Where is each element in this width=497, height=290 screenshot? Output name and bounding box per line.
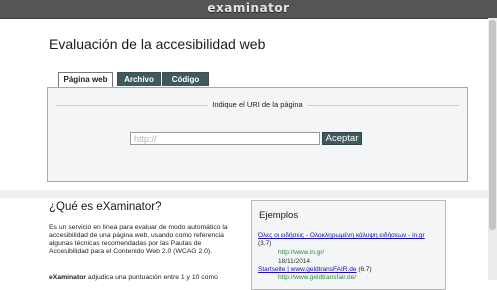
- about-description: Es un servicio en línea para evaluar de …: [49, 224, 228, 255]
- uri-legend: Indique el URI de la página: [48, 100, 467, 109]
- example-item: Όλες οι ειδήσεις - Ολοκληρωμένη κάλυψη ε…: [258, 232, 425, 240]
- example-date: 18/11/2014: [278, 258, 311, 265]
- example-score-value: (6.7): [358, 266, 372, 273]
- accept-button[interactable]: Aceptar: [322, 132, 362, 145]
- examinator-logo[interactable]: examinator: [0, 1, 497, 15]
- example-score-value: (3.7): [258, 240, 272, 247]
- about-heading: ¿Qué es eXaminator?: [49, 201, 162, 213]
- uri-form-panel: Indique el URI de la página Aceptar: [47, 87, 468, 182]
- example-item: Startseite | www.geldtransFAIR.de (6.7): [258, 266, 372, 274]
- example-url: http://www.in.gr/: [278, 249, 325, 256]
- header-bar: examinator: [0, 0, 497, 19]
- examples-panel: Ejemplos Όλες οι ειδήσεις - Ολοκληρωμένη…: [251, 200, 446, 290]
- scrollbar-thumb[interactable]: [489, 20, 496, 230]
- tab-archivo[interactable]: Archivo: [117, 72, 161, 86]
- uri-legend-label: Indique el URI de la página: [208, 100, 307, 109]
- uri-input[interactable]: [130, 132, 320, 145]
- page-title: Evaluación de la accesibilidad web: [49, 36, 266, 52]
- about-description-2: eXaminator adjudica una puntuación entre…: [49, 274, 241, 282]
- examples-heading: Ejemplos: [259, 210, 299, 221]
- tab-codigo[interactable]: Código: [162, 72, 209, 86]
- example-link[interactable]: Όλες οι ειδήσεις - Ολοκληρωμένη κάλυψη ε…: [258, 232, 425, 239]
- tab-pagina-web[interactable]: Página web: [58, 72, 113, 88]
- example-link[interactable]: Startseite | www.geldtransFAIR.de: [258, 266, 357, 273]
- vertical-scrollbar[interactable]: [488, 18, 497, 280]
- section-gutter: [0, 190, 497, 198]
- example-score: (3.7): [258, 240, 271, 248]
